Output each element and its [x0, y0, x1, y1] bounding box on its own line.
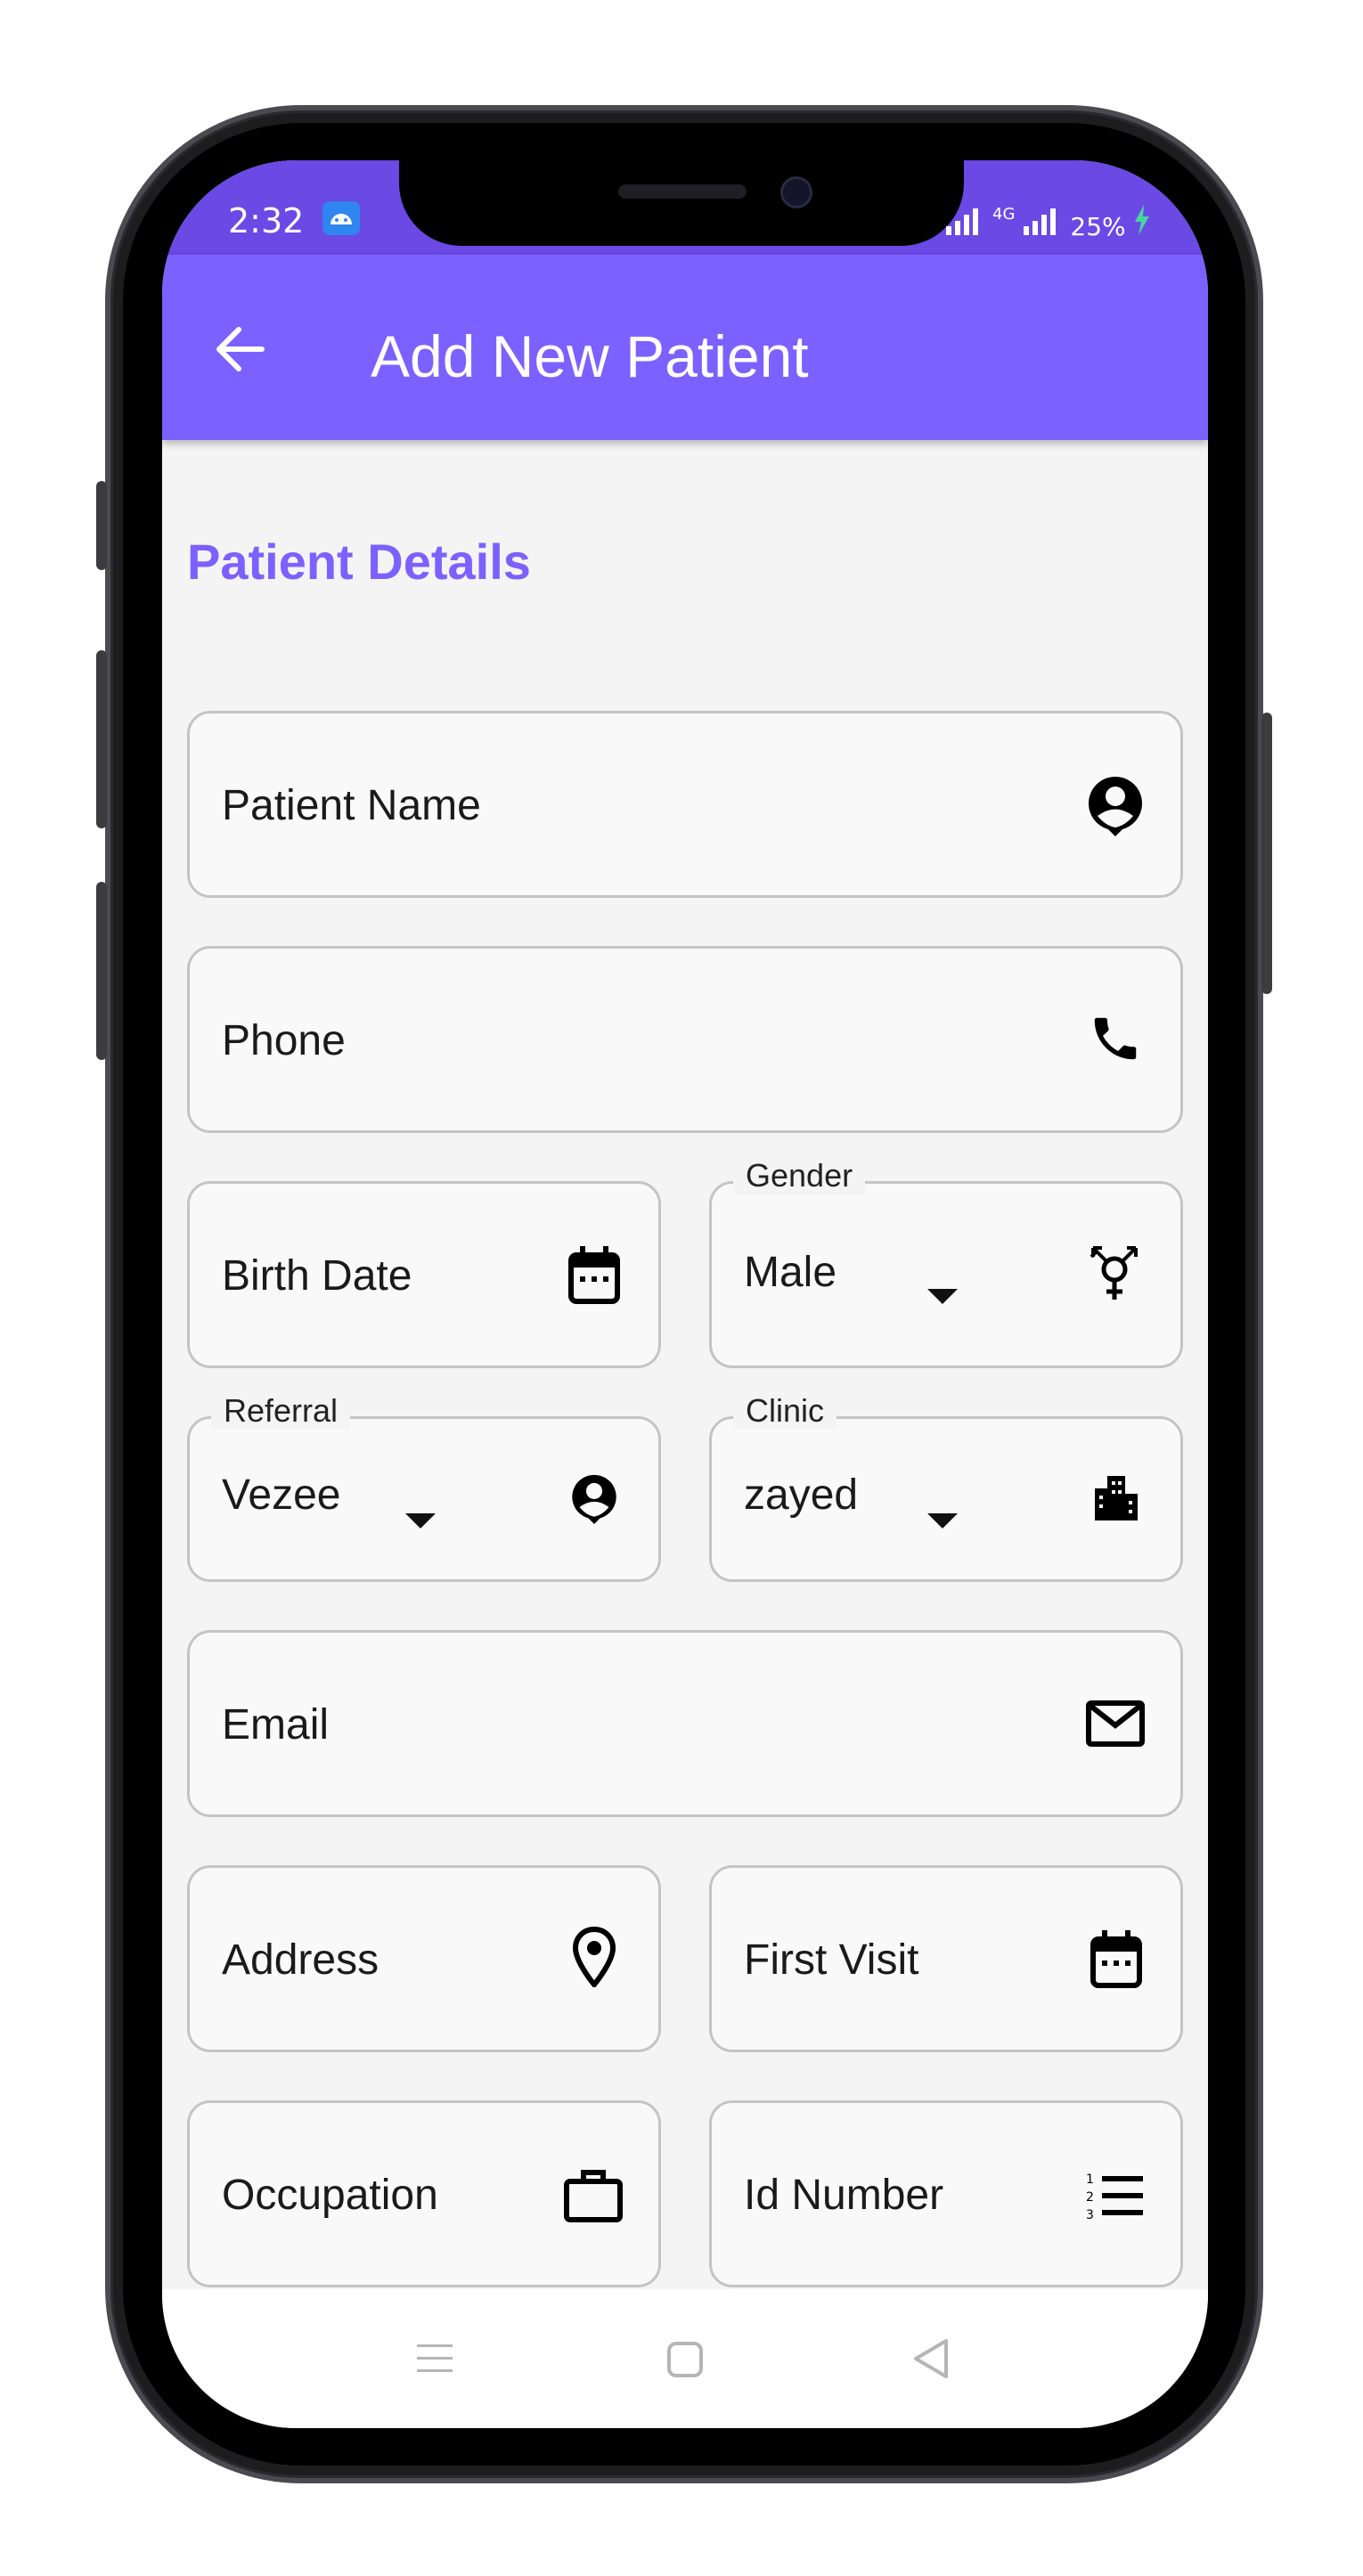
chevron-down-icon [927, 1289, 958, 1304]
charging-icon [1133, 205, 1151, 241]
referral-value: Vezee [222, 1471, 341, 1519]
birth-date-placeholder: Birth Date [222, 1252, 412, 1300]
numbered-list-icon: 1 2 3 [1086, 2171, 1145, 2224]
patient-name-placeholder: Patient Name [222, 782, 481, 829]
page-title: Add New Patient [371, 323, 809, 389]
account-circle-icon [571, 1474, 617, 1528]
email-placeholder: Email [222, 1701, 330, 1749]
chevron-down-icon [927, 1513, 958, 1528]
location-pin-icon [572, 1926, 616, 1991]
phone-icon [1088, 1011, 1143, 1070]
svg-text:2: 2 [1086, 2190, 1094, 2205]
briefcase-icon [564, 2167, 623, 2226]
volume-down-button [96, 882, 107, 1060]
gender-icon [1086, 1244, 1143, 1307]
android-notification-icon [322, 201, 360, 235]
clinic-label: Clinic [733, 1392, 837, 1430]
svg-text:1: 1 [1086, 2172, 1094, 2187]
home-square-icon[interactable] [666, 2341, 704, 2382]
front-camera [780, 176, 812, 208]
id-number-field[interactable]: Id Number 1 2 3 [709, 2100, 1183, 2287]
first-visit-field[interactable]: First Visit [709, 1865, 1183, 2052]
camera-notch [399, 160, 964, 246]
referral-label: Referral [211, 1392, 351, 1430]
chevron-down-icon [405, 1513, 436, 1528]
account-circle-icon [1088, 776, 1143, 840]
signal-icon [944, 207, 985, 241]
network-type: 4G [992, 205, 1016, 224]
city-icon [1093, 1476, 1139, 1524]
earpiece-speaker [618, 184, 747, 199]
phone-screen: 2:32 4G 25% Add New Patient Patient Deta… [162, 160, 1208, 2428]
patient-name-field[interactable]: Patient Name [187, 711, 1183, 898]
email-field[interactable]: Email [187, 1630, 1183, 1817]
gender-select[interactable]: Gender Male [709, 1157, 1183, 1368]
clinic-select[interactable]: Clinic zayed [709, 1392, 1183, 1582]
back-triangle-icon[interactable] [910, 2337, 950, 2384]
volume-up-button [96, 650, 107, 828]
first-visit-placeholder: First Visit [744, 1936, 919, 1984]
power-button [1261, 713, 1272, 994]
id-number-placeholder: Id Number [744, 2172, 944, 2219]
occupation-placeholder: Occupation [222, 2172, 438, 2219]
gender-value: Male [744, 1249, 837, 1296]
menu-icon[interactable] [415, 2341, 454, 2380]
battery-percent: 25% [1070, 212, 1126, 241]
birth-date-field[interactable]: Birth Date [187, 1181, 661, 1368]
address-placeholder: Address [222, 1936, 380, 1984]
gender-label: Gender [733, 1157, 866, 1194]
back-arrow-icon[interactable] [212, 324, 265, 374]
signal-icon-2 [1022, 207, 1063, 241]
app-bar: Add New Patient [162, 255, 1208, 440]
clinic-value: zayed [744, 1471, 859, 1519]
svg-text:3: 3 [1086, 2208, 1094, 2221]
address-field[interactable]: Address [187, 1865, 661, 2052]
email-icon [1086, 1700, 1145, 1750]
occupation-field[interactable]: Occupation [187, 2100, 661, 2287]
calendar-icon [567, 1246, 621, 1308]
system-nav-bar [162, 2289, 1208, 2428]
referral-select[interactable]: Referral Vezee [187, 1392, 661, 1582]
phone-placeholder: Phone [222, 1017, 346, 1064]
mute-switch [96, 481, 107, 570]
section-title: Patient Details [187, 534, 531, 590]
phone-field[interactable]: Phone [187, 946, 1183, 1133]
calendar-icon [1090, 1930, 1143, 1993]
status-time: 2:32 [228, 201, 305, 240]
status-icons: 4G 25% [944, 205, 1151, 241]
